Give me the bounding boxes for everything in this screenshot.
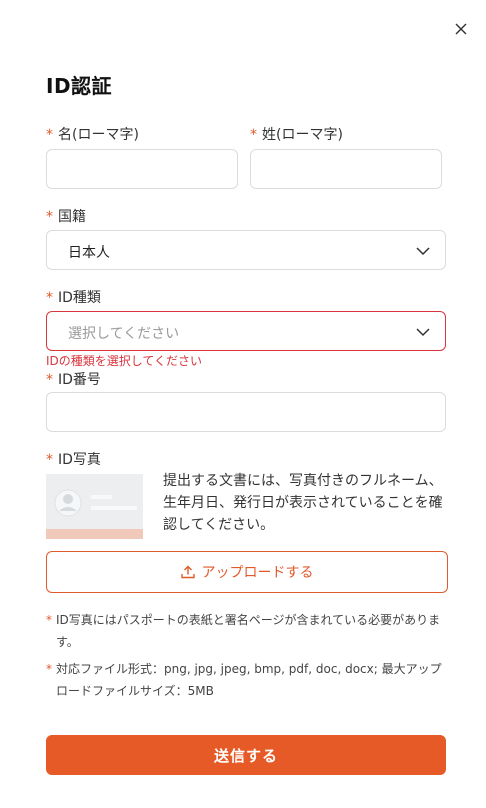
id-number-label-text: ID番号	[58, 372, 101, 388]
first-name-label: * 名(ローマ字)	[46, 124, 139, 144]
id-number-label: * ID番号	[46, 369, 101, 389]
required-mark: *	[46, 290, 53, 306]
note-item: * ID写真にはパスポートの表紙と署名ページが含まれている必要があります。	[46, 609, 448, 653]
upload-button[interactable]: アップロードする	[46, 551, 448, 593]
id-photo-description: 提出する文書には、写真付きのフルネーム、生年月日、発行日が表示されていることを確…	[163, 473, 443, 533]
last-name-label-text: 姓(ローマ字)	[262, 127, 343, 143]
upload-button-label: アップロードする	[201, 565, 314, 581]
upload-icon	[180, 565, 195, 579]
required-mark: *	[46, 209, 53, 225]
nationality-value: 日本人	[68, 245, 110, 261]
required-mark: *	[46, 613, 52, 627]
note-text: 対応ファイル形式：png, jpg, jpeg, bmp, pdf, doc, …	[56, 662, 442, 698]
close-icon	[455, 23, 467, 35]
id-type-label-text: ID種類	[58, 290, 101, 306]
close-button[interactable]	[452, 20, 470, 38]
note-text: ID写真にはパスポートの表紙と署名ページが含まれている必要があります。	[56, 613, 441, 649]
id-photo-sample-image	[46, 474, 143, 539]
id-type-select[interactable]: 選択してください	[46, 311, 446, 351]
id-photo-label-text: ID写真	[58, 452, 101, 468]
id-type-label: * ID種類	[46, 287, 101, 307]
required-mark: *	[46, 372, 53, 388]
id-type-placeholder: 選択してください	[68, 326, 180, 342]
note-item: * 対応ファイル形式：png, jpg, jpeg, bmp, pdf, doc…	[46, 658, 448, 702]
last-name-input[interactable]	[250, 149, 442, 189]
nationality-label-text: 国籍	[58, 209, 86, 225]
nationality-select[interactable]: 日本人	[46, 230, 446, 270]
first-name-label-text: 名(ローマ字)	[58, 127, 139, 143]
required-mark: *	[46, 662, 52, 676]
id-photo-label: * ID写真	[46, 449, 101, 469]
id-type-error: IDの種類を選択してください	[46, 354, 203, 368]
id-card-illustration	[46, 474, 143, 539]
required-mark: *	[46, 452, 53, 468]
chevron-down-icon	[416, 247, 430, 256]
chevron-down-icon	[416, 328, 430, 337]
page-title: ID認証	[46, 74, 113, 98]
id-verification-dialog: ID認証 * 名(ローマ字) * 姓(ローマ字) * 国籍 日本人 * ID種類 選択し…	[0, 0, 486, 808]
id-number-input[interactable]	[46, 392, 446, 432]
first-name-input[interactable]	[46, 149, 238, 189]
required-mark: *	[46, 127, 53, 143]
required-mark: *	[250, 127, 257, 143]
last-name-label: * 姓(ローマ字)	[250, 124, 343, 144]
submit-button[interactable]: 送信する	[46, 735, 446, 775]
nationality-label: * 国籍	[46, 206, 86, 226]
